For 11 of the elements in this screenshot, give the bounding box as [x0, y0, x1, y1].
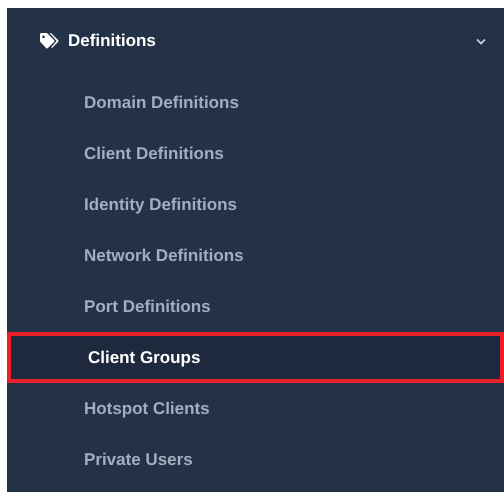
- menu-item[interactable]: Domain Definitions: [7, 77, 504, 128]
- menu-item[interactable]: Port Definitions: [7, 281, 504, 332]
- tags-icon: [40, 33, 60, 49]
- definitions-header[interactable]: Definitions: [7, 8, 504, 74]
- menu-item[interactable]: Network Definitions: [7, 230, 504, 281]
- menu-item[interactable]: Client Groups: [7, 332, 504, 383]
- menu-item[interactable]: Private Users: [7, 434, 504, 485]
- chevron-icon: [476, 38, 486, 44]
- menu-item[interactable]: Client Definitions: [7, 128, 504, 179]
- menu-item[interactable]: Identity Definitions: [7, 179, 504, 230]
- menu-item[interactable]: Hotspot Clients: [7, 383, 504, 434]
